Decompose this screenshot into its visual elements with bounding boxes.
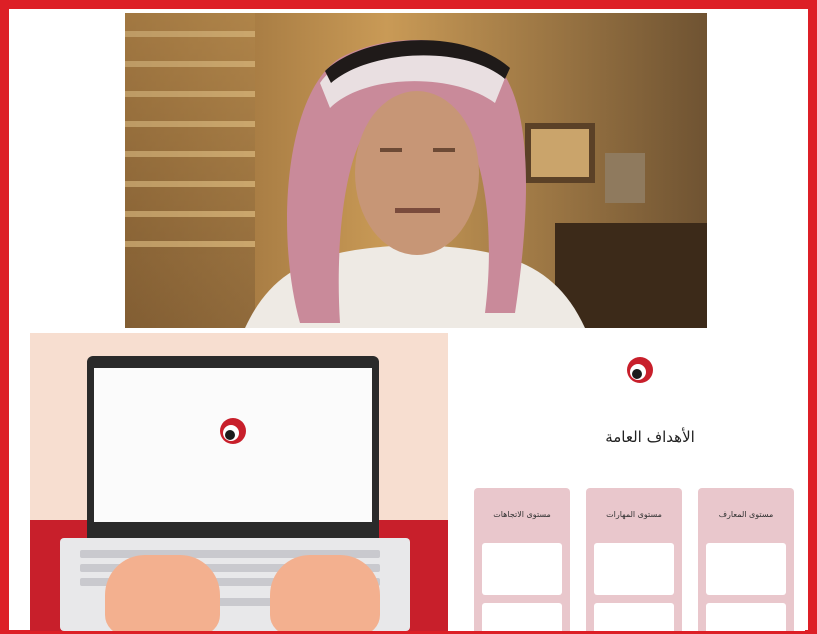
organization-logo (610, 355, 670, 395)
goal-column-header: مستوى الاتجاهات (493, 510, 551, 519)
right-hand-illustration (270, 555, 380, 631)
presentation-slide: الأهداف العامة مستوى المعارف مستوى المها… (30, 333, 805, 631)
goal-column: مستوى الاتجاهات (474, 488, 570, 631)
slide-title: الأهداف العامة (605, 428, 695, 446)
organization-logo (203, 416, 263, 456)
goal-column: مستوى المعارف (698, 488, 794, 631)
slide-illustration (30, 333, 448, 631)
goal-column-header: مستوى المعارف (718, 510, 774, 519)
left-hand-illustration (105, 555, 220, 631)
goal-item (594, 543, 674, 595)
presenter-video-image (125, 13, 707, 328)
goal-item (482, 603, 562, 631)
organization-logo-icon (220, 418, 246, 444)
goal-item (482, 543, 562, 595)
goal-column-header: مستوى المهارات (606, 510, 662, 519)
presenter-video (125, 13, 707, 328)
goal-item (594, 603, 674, 631)
laptop-illustration-icon (87, 356, 379, 538)
goal-item (706, 543, 786, 595)
organization-logo-icon (627, 357, 653, 383)
goal-column: مستوى المهارات (586, 488, 682, 631)
laptop-screen (94, 368, 372, 522)
goal-item (706, 603, 786, 631)
